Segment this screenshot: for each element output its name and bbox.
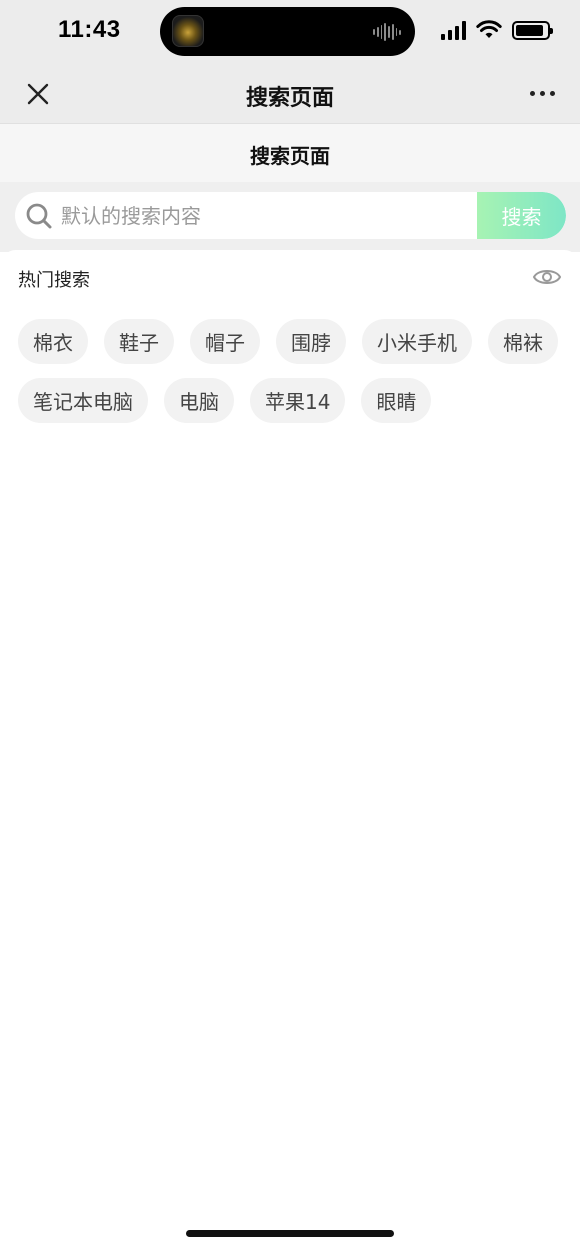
hot-search-tag[interactable]: 围脖 [276,319,346,364]
battery-icon [512,20,553,40]
hot-search-tag[interactable]: 眼睛 [361,378,432,423]
hot-search-tag[interactable]: 棉衣 [18,319,88,364]
audio-wave-icon [373,23,401,41]
nav-title: 搜索页面 [245,86,334,111]
search-icon [26,203,52,229]
eye-icon[interactable] [532,264,562,290]
search-input[interactable] [61,192,471,239]
more-button[interactable] [526,80,558,106]
dynamic-island [160,7,415,56]
hot-search-tag[interactable]: 笔记本电脑 [18,378,148,423]
more-icon [529,90,535,96]
status-time: 11:43 [58,16,121,43]
hot-search-panel: 热门搜索 棉衣 鞋子 帽子 围脖 小米手机 棉袜 笔记本电脑 电脑 苹果14 眼… [0,250,580,1248]
hot-search-tag[interactable]: 棉袜 [488,319,558,364]
wifi-icon [476,20,502,38]
hot-search-tag[interactable]: 电脑 [164,378,234,423]
hot-search-title: 热门搜索 [18,270,90,291]
battery-fill [516,24,543,36]
hot-search-tag[interactable]: 苹果14 [250,378,346,423]
search-button[interactable]: 搜索 [477,192,566,239]
status-bar: 11:43 [0,0,580,62]
app-icon [172,15,204,47]
home-indicator [186,1230,394,1237]
page-title: 搜索页面 [250,144,330,168]
hot-search-tags: 棉衣 鞋子 帽子 围脖 小米手机 棉袜 笔记本电脑 电脑 苹果14 眼睛 [18,319,558,423]
search-box: 搜索 [15,192,566,239]
hot-search-tag[interactable]: 鞋子 [104,319,174,364]
search-bar: 搜索 [0,182,580,252]
signal-icon [441,20,466,40]
page-header: 搜索页面 [0,124,580,182]
nav-bar: 搜索页面 [0,62,580,124]
hot-search-tag[interactable]: 帽子 [190,319,260,364]
hot-search-tag[interactable]: 小米手机 [362,319,472,364]
status-icons [441,18,553,42]
